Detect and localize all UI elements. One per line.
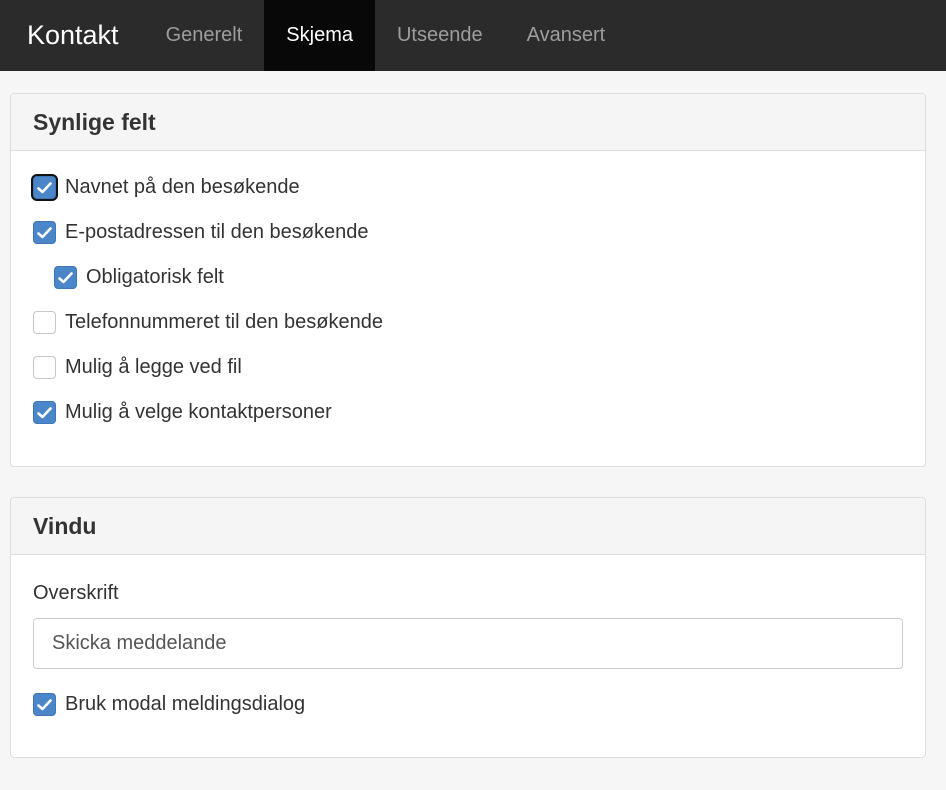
window-heading: Vindu bbox=[11, 498, 925, 555]
field-option-contacts[interactable]: Mulig å velge kontaktpersoner bbox=[33, 390, 903, 435]
field-option-label: Navnet på den besøkende bbox=[65, 176, 300, 198]
visible-fields-body: Navnet på den besøkende E-postadressen t… bbox=[11, 151, 925, 435]
checkbox-phone[interactable] bbox=[33, 311, 56, 334]
visible-fields-heading: Synlige felt bbox=[11, 94, 925, 151]
field-option-label: E-postadressen til den besøkende bbox=[65, 221, 369, 243]
checkmark-icon bbox=[37, 406, 52, 418]
checkmark-icon bbox=[58, 271, 73, 283]
checkmark-icon bbox=[37, 698, 52, 710]
checkbox-email[interactable] bbox=[33, 221, 56, 244]
top-navbar: Kontakt Generelt Skjema Utseende Avanser… bbox=[0, 0, 946, 71]
field-option-email[interactable]: E-postadressen til den besøkende bbox=[33, 210, 903, 255]
tab-utseende[interactable]: Utseende bbox=[375, 0, 505, 71]
title-field-label: Overskrift bbox=[33, 582, 119, 604]
tab-avansert[interactable]: Avansert bbox=[505, 0, 628, 71]
tab-generelt[interactable]: Generelt bbox=[144, 0, 265, 71]
window-body: Overskrift Bruk modal meldingsdialog bbox=[11, 555, 925, 727]
checkbox-email-required[interactable] bbox=[54, 266, 77, 289]
modal-dialog-label: Bruk modal meldingsdialog bbox=[65, 693, 306, 715]
field-option-label: Telefonnummeret til den besøkende bbox=[65, 311, 383, 333]
checkbox-modal-dialog[interactable] bbox=[33, 693, 56, 716]
field-option-attachment[interactable]: Mulig å legge ved fil bbox=[33, 345, 903, 390]
checkbox-attachment[interactable] bbox=[33, 356, 56, 379]
field-option-label: Mulig å velge kontaktpersoner bbox=[65, 401, 332, 423]
checkbox-contacts[interactable] bbox=[33, 401, 56, 424]
checkmark-icon bbox=[37, 226, 52, 238]
field-option-name[interactable]: Navnet på den besøkende bbox=[33, 165, 903, 210]
modal-dialog-option[interactable]: Bruk modal meldingsdialog bbox=[33, 682, 903, 727]
tab-skjema[interactable]: Skjema bbox=[264, 0, 375, 71]
field-option-phone[interactable]: Telefonnummeret til den besøkende bbox=[33, 300, 903, 345]
visible-fields-panel: Synlige felt Navnet på den besøkende E-p… bbox=[10, 93, 926, 467]
field-option-label: Obligatorisk felt bbox=[86, 266, 224, 288]
window-panel: Vindu Overskrift Bruk modal meldingsdial… bbox=[10, 497, 926, 758]
checkmark-icon bbox=[37, 181, 52, 193]
checkbox-name[interactable] bbox=[33, 176, 56, 199]
app-brand[interactable]: Kontakt bbox=[0, 0, 144, 71]
field-option-email-required[interactable]: Obligatorisk felt bbox=[33, 255, 903, 300]
field-option-label: Mulig å legge ved fil bbox=[65, 356, 242, 378]
title-input[interactable] bbox=[33, 618, 903, 669]
